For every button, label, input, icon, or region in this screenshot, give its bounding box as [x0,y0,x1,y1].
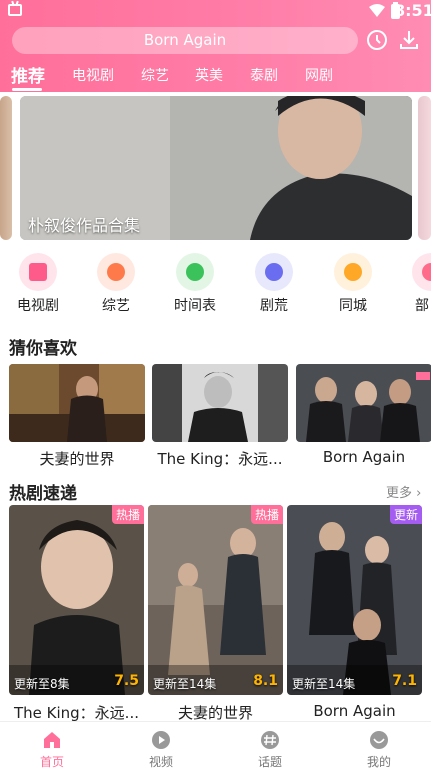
more-link-label: 更多 [386,486,413,501]
home-icon [44,732,60,748]
quick-link-schedule[interactable]: 时间表 [165,250,225,318]
clock-icon [176,253,214,291]
status-time: 8:51 [394,1,431,20]
quick-link-local[interactable]: 同城 [323,250,383,318]
nav-video[interactable]: 视频 [131,722,191,772]
category-tabs: 推荐 电视剧 综艺 英美 泰剧 网剧 [0,62,431,91]
more-icon [412,253,431,291]
quick-link-label: 剧荒 [260,298,288,314]
hot-badge: 更新 [389,505,422,524]
history-icon[interactable] [366,29,388,51]
quick-link-label: 时间表 [174,298,216,314]
tab-recommend[interactable]: 推荐 [11,62,45,87]
score: 8.1 [253,673,278,689]
mic-icon [97,253,135,291]
recommend-card-title: Born Again [322,448,406,466]
score: 7.1 [392,673,417,689]
search-input[interactable]: Born Again [12,27,358,54]
bottom-nav: 首页 视频 话题 我的 [0,721,431,772]
banner-prev-peek[interactable] [0,96,12,240]
tab-tv[interactable]: 电视剧 [72,65,114,85]
nav-label: 我的 [366,755,391,769]
quick-link-label: 部 [415,298,429,314]
quick-link-label: 同城 [339,298,367,314]
nav-label: 视频 [148,755,173,769]
poster-image: 热播 更新至14集 8.1 [148,505,283,695]
hot-card-title: 夫妻的世界 [177,704,253,722]
score: 7.5 [114,673,139,689]
active-tab-indicator [12,88,42,91]
tv-icon [19,253,57,291]
recommend-card-title: The King：永远... [157,450,283,468]
tab-western[interactable]: 英美 [195,65,223,85]
recommend-title: 猜你喜欢 [9,339,77,359]
profile-icon [370,731,388,749]
poster-image: 热播 更新至8集 7.5 [9,505,144,695]
status-bar: 8:51 [0,0,431,24]
banner-title: 朴叙俊作品合集 [28,216,141,235]
play-icon [152,731,170,749]
chevron-right-icon: › [412,486,422,501]
quick-link-discover[interactable]: 剧荒 [244,250,304,318]
quick-link-more[interactable]: 部 [401,250,431,318]
recommend-card-title: 夫妻的世界 [39,450,115,468]
location-icon [334,253,372,291]
hot-card-title: Born Again [313,702,396,720]
nav-label: 首页 [39,755,64,769]
nav-topics[interactable]: 话题 [240,722,300,772]
tab-thai[interactable]: 泰剧 [250,65,278,85]
hot-title: 热剧速递 [9,484,77,504]
wifi-icon [369,4,385,17]
episode-update: 更新至14集 [153,677,217,691]
quick-link-label: 综艺 [102,298,130,314]
poster-image [9,364,145,442]
tab-web[interactable]: 网剧 [305,65,333,85]
episode-update: 更新至8集 [14,677,70,691]
banner-next-peek[interactable] [418,96,431,240]
quick-link-variety[interactable]: 综艺 [86,250,146,318]
banner-carousel[interactable]: 朴叙俊作品合集 [20,96,412,240]
compass-icon [255,253,293,291]
hot-card-title: The King：永远... [13,704,139,722]
nav-profile[interactable]: 我的 [349,722,409,772]
download-icon[interactable] [398,29,420,51]
nav-label: 话题 [257,755,282,769]
nav-home[interactable]: 首页 [22,722,82,772]
poster-image [152,364,288,442]
episode-update: 更新至14集 [292,677,356,691]
hot-badge: 热播 [111,505,144,524]
hashtag-icon [261,731,279,749]
header: 8:51 Born Again 推荐 电视剧 综艺 英美 泰剧 网剧 [0,0,431,92]
quick-links: 电视剧 综艺 时间表 剧荒 同城 部 [0,250,431,318]
poster-image: 更新 更新至14集 7.1 [287,505,422,695]
quick-link-tv[interactable]: 电视剧 [8,250,68,318]
poster-image [296,364,431,442]
quick-link-label: 电视剧 [17,298,59,314]
hot-badge: 热播 [250,505,283,524]
android-icon [8,4,22,16]
more-link[interactable]: 更多 › [386,482,421,501]
tab-variety[interactable]: 综艺 [141,65,169,85]
